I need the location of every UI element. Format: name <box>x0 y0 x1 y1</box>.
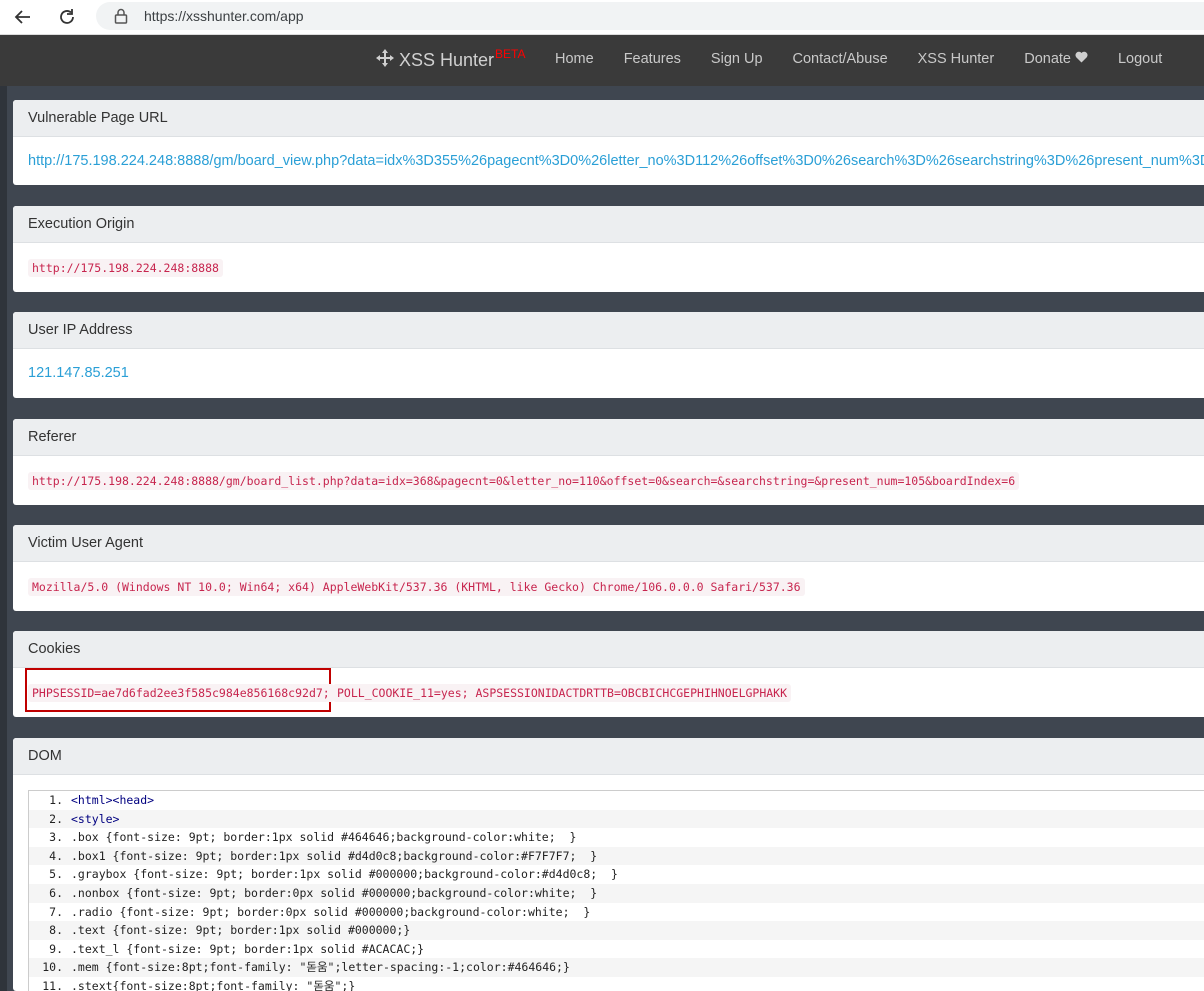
beta-badge: BETA <box>495 46 526 61</box>
code-line: 2. <style> <box>29 809 1204 829</box>
address-bar[interactable]: https://xsshunter.com/app <box>96 2 1204 30</box>
referer-value: http://175.198.224.248:8888/gm/board_lis… <box>28 472 1020 490</box>
code-text: .radio {font-size: 9pt; border:0px solid… <box>71 904 591 919</box>
panel-title: Cookies <box>13 631 1204 668</box>
code-line: 1. <html><head> <box>29 791 1204 810</box>
code-text: .nonbox {font-size: 9pt; border:0px soli… <box>71 885 598 900</box>
line-number: 6. <box>49 885 63 900</box>
code-text: .box1 {font-size: 9pt; border:1px solid … <box>71 848 598 863</box>
panel-user-ip: User IP Address 121.147.85.251 <box>13 312 1204 398</box>
panel-cookies: Cookies PHPSESSID=ae7d6fad2ee3f585c984e8… <box>13 631 1204 717</box>
code-text: .box {font-size: 9pt; border:1px solid #… <box>71 830 577 845</box>
line-number: 3. <box>49 830 63 845</box>
brand-name: XSS Hunter <box>399 50 495 70</box>
panel-user-agent: Victim User Agent Mozilla/5.0 (Windows N… <box>13 525 1204 611</box>
line-number: 1. <box>49 793 63 807</box>
user-ip-link[interactable]: 121.147.85.251 <box>28 365 129 381</box>
back-arrow-icon[interactable] <box>10 5 36 29</box>
line-number: 10. <box>42 960 63 975</box>
lock-icon <box>114 8 128 29</box>
code-line: 8. .text {font-size: 9pt; border:1px soli… <box>29 921 1204 940</box>
code-line: 4. .box1 {font-size: 9pt; border:1px soli… <box>29 846 1204 866</box>
dom-code-listing[interactable]: 1. <html><head> 2. <style> 3. .box {font-si… <box>28 790 1204 991</box>
panel-title: Vulnerable Page URL <box>13 100 1204 137</box>
panel-title: Victim User Agent <box>13 525 1204 562</box>
code-text: .mem {font-size:8pt;font-family: "돋움";le… <box>71 960 570 975</box>
code-line: 11. .stext{font-size:8pt;font-family: "돋움… <box>29 977 1204 991</box>
nav-donate-label: Donate <box>1024 51 1071 67</box>
code-text: .stext{font-size:8pt;font-family: "돋움";} <box>71 978 356 991</box>
heart-icon <box>1075 51 1088 67</box>
crosshair-icon <box>375 48 395 73</box>
nav-contact-abuse[interactable]: Contact/Abuse <box>793 51 888 67</box>
panel-vulnerable-url: Vulnerable Page URL http://175.198.224.2… <box>13 100 1204 185</box>
line-number: 2. <box>49 811 63 826</box>
user-agent-value: Mozilla/5.0 (Windows NT 10.0; Win64; x64… <box>28 578 805 596</box>
brand[interactable]: XSS Hunter BETA <box>375 46 526 73</box>
nav-sign-up[interactable]: Sign Up <box>711 51 763 67</box>
code-text: .graybox {font-size: 9pt; border:1px sol… <box>71 867 618 882</box>
code-line: 5. .graybox {font-size: 9pt; border:1px s… <box>29 865 1204 884</box>
nav-home[interactable]: Home <box>555 51 594 67</box>
line-number: 9. <box>49 941 63 956</box>
code-line: 7. .radio {font-size: 9pt; border:0px sol… <box>29 903 1204 922</box>
url-text[interactable]: https://xsshunter.com/app <box>144 8 304 24</box>
cookie-phpsessid: PHPSESSID=ae7d6fad2ee3f585c984e856168c92… <box>28 684 334 702</box>
line-number: 8. <box>49 923 63 938</box>
panel-title: Referer <box>13 419 1204 456</box>
nav-logout[interactable]: Logout <box>1118 51 1162 67</box>
nav-features[interactable]: Features <box>624 51 681 67</box>
cookie-rest: POLL_COOKIE_11=yes; ASPSESSIONIDACTDRTTB… <box>333 684 792 702</box>
browser-toolbar: https://xsshunter.com/app <box>0 0 1204 35</box>
scroll-edge <box>0 86 7 991</box>
code-line: 3. .box {font-size: 9pt; border:1px solid… <box>29 828 1204 847</box>
panel-dom: DOM 1. <html><head> 2. <style> 3. .box {fon… <box>13 738 1204 991</box>
code-text: .text_l {font-size: 9pt; border:1px soli… <box>71 941 425 956</box>
code-text: <html><head> <box>71 793 155 807</box>
panel-title: DOM <box>13 738 1204 775</box>
panel-title: User IP Address <box>13 312 1204 349</box>
code-line: 6. .nonbox {font-size: 9pt; border:0px so… <box>29 883 1204 903</box>
code-line: 9. .text_l {font-size: 9pt; border:1px so… <box>29 940 1204 959</box>
vulnerable-url-link[interactable]: http://175.198.224.248:8888/gm/board_vie… <box>28 153 1204 169</box>
nav-xss-hunter[interactable]: XSS Hunter <box>918 51 995 67</box>
line-number: 5. <box>49 867 63 882</box>
panel-title: Execution Origin <box>13 206 1204 243</box>
code-text: <style> <box>71 811 120 826</box>
code-line: 10. .mem {font-size:8pt;font-family: "돋움"… <box>29 958 1204 977</box>
line-number: 7. <box>49 904 63 919</box>
line-number: 4. <box>49 848 63 863</box>
nav-donate[interactable]: Donate <box>1024 51 1088 67</box>
top-navbar: XSS Hunter BETA Home Features Sign Up Con… <box>0 35 1204 86</box>
line-number: 11. <box>42 978 63 991</box>
panel-execution-origin: Execution Origin http://175.198.224.248:… <box>13 206 1204 292</box>
reload-icon[interactable] <box>54 5 80 29</box>
panel-referer: Referer http://175.198.224.248:8888/gm/b… <box>13 419 1204 505</box>
nav-links: Home Features Sign Up Contact/Abuse XSS … <box>540 51 1192 67</box>
code-text: .text {font-size: 9pt; border:1px solid … <box>71 923 411 938</box>
execution-origin-value: http://175.198.224.248:8888 <box>28 259 223 277</box>
content-area: Vulnerable Page URL http://175.198.224.2… <box>0 86 1204 991</box>
